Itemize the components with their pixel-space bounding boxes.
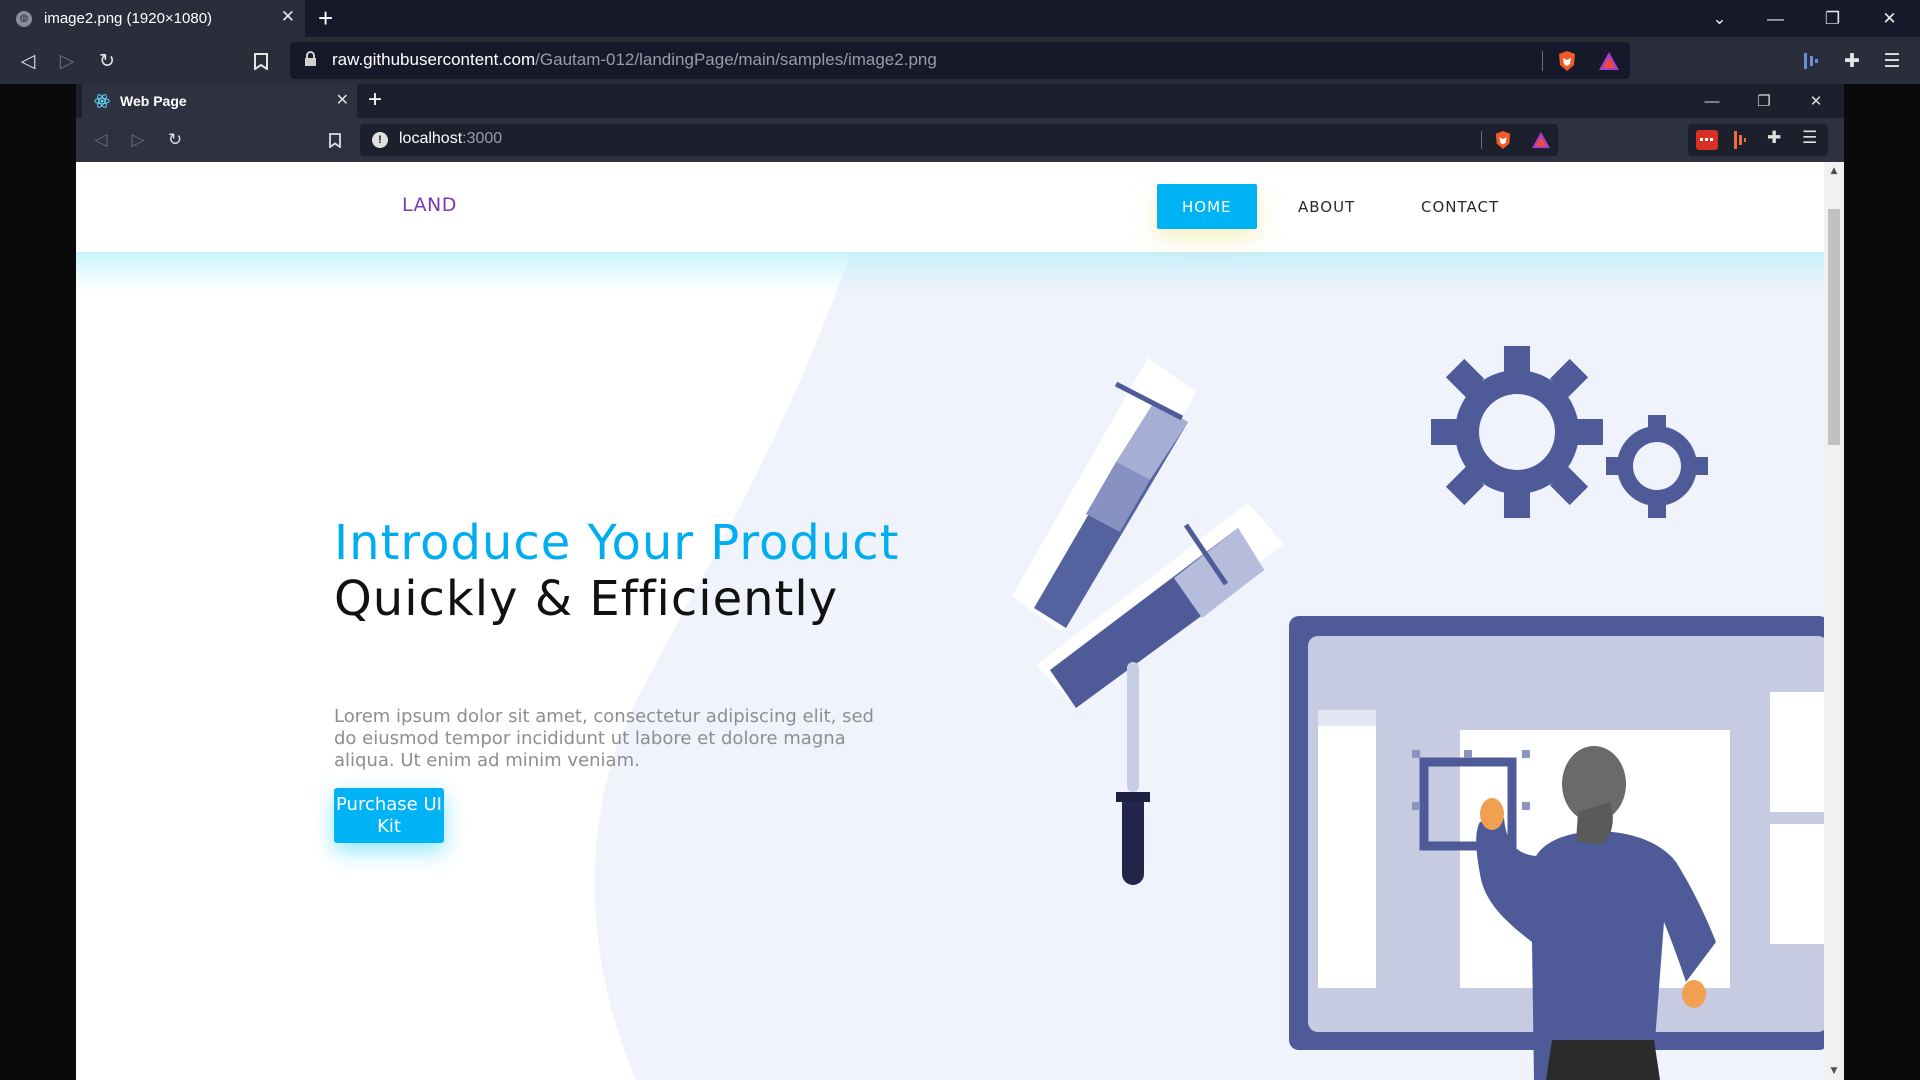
tab-search-chevron-icon[interactable]: ⌄ [1692,0,1747,37]
inner-url-text: localhost:3000 [399,130,503,147]
info-icon: ! [372,132,388,148]
close-tab-icon[interactable]: ✕ [281,7,295,27]
inner-browser-window: Web Page ✕ + — ❐ ✕ ◁ ▷ ↻ ! localhost:300… [76,84,1844,1080]
close-tab-icon[interactable]: ✕ [336,90,349,109]
outer-tab-bar: ◍ image2.png (1920×1080) ✕ + ⌄ — ❐ ✕ [0,0,1920,37]
sidebar-icon[interactable] [1797,47,1825,75]
brave-rewards-icon[interactable] [1531,131,1551,149]
nav-link-about[interactable]: ABOUT [1273,184,1380,229]
bookmark-icon[interactable] [247,47,275,75]
menu-icon[interactable]: ☰ [1802,128,1817,148]
url-divider [1481,131,1482,149]
outer-tab-title: image2.png (1920×1080) [44,10,213,27]
minimize-button[interactable]: — [1748,0,1803,37]
brave-shield-icon[interactable] [1557,50,1577,72]
close-window-button[interactable]: ✕ [1791,84,1841,118]
outer-address-bar[interactable]: raw.githubusercontent.com/Gautam-012/lan… [290,42,1630,79]
minimize-button[interactable]: — [1687,84,1737,118]
nav-link-home[interactable]: HOME [1157,184,1257,229]
url-divider [1542,51,1543,71]
brave-shield-icon[interactable] [1494,130,1512,150]
close-window-button[interactable]: ✕ [1862,0,1917,37]
extensions-icon[interactable]: ✚ [1838,47,1866,75]
react-icon [94,94,110,108]
inner-address-bar[interactable]: ! localhost:3000 [360,124,1558,156]
back-button[interactable]: ◁ [88,127,114,153]
site-navbar: LAND HOME ABOUT CONTACT [76,162,1824,252]
extensions-icon[interactable]: ✚ [1767,128,1781,148]
reload-button[interactable]: ↻ [93,47,121,75]
inner-tab-active[interactable]: Web Page ✕ [82,84,357,118]
landing-page: LAND HOME ABOUT CONTACT Introduce Your P… [76,162,1824,1080]
back-button[interactable]: ◁ [14,47,42,75]
scrollbar-thumb[interactable] [1828,209,1840,445]
new-tab-button[interactable]: + [318,3,333,33]
page-scrollbar[interactable]: ▲ ▼ [1824,162,1844,1080]
outer-tab-active[interactable]: ◍ image2.png (1920×1080) ✕ [0,0,305,37]
hero-top-glow [76,252,1824,292]
hero-title-rest: Quickly & Efficiently [334,571,839,627]
outer-url-text: raw.githubusercontent.com/Gautam-012/lan… [332,50,937,69]
sidebar-icon[interactable] [1733,130,1747,150]
hero-title-accent: Introduce Your Product [334,515,900,571]
bookmark-icon[interactable] [322,127,348,153]
site-logo[interactable]: LAND [402,194,457,216]
hero-title: Introduce Your Product Quickly & Efficie… [334,515,974,627]
forward-button[interactable]: ▷ [53,47,81,75]
inner-tab-title: Web Page [120,93,187,109]
reload-button[interactable]: ↻ [162,127,188,153]
extension-red-icon[interactable] [1696,130,1718,150]
purchase-button[interactable]: Purchase UI Kit [334,788,444,843]
globe-icon: ◍ [16,10,32,27]
hero-description: Lorem ipsum dolor sit amet, consectetur … [334,706,874,771]
new-tab-button[interactable]: + [368,85,382,115]
brave-rewards-icon[interactable] [1598,51,1620,71]
restore-button[interactable]: ❐ [1739,84,1789,118]
scroll-up-icon[interactable]: ▲ [1829,166,1839,176]
scroll-down-icon[interactable]: ▼ [1829,1066,1839,1076]
forward-button[interactable]: ▷ [125,127,151,153]
menu-icon[interactable]: ☰ [1878,47,1906,75]
inner-tab-bar: Web Page ✕ + — ❐ ✕ [76,84,1844,118]
restore-button[interactable]: ❐ [1805,0,1860,37]
gear-icon [1431,346,1603,518]
lock-icon [305,51,316,66]
extensions-area: ✚ ☰ [1688,124,1828,156]
nav-link-contact[interactable]: CONTACT [1396,184,1524,229]
